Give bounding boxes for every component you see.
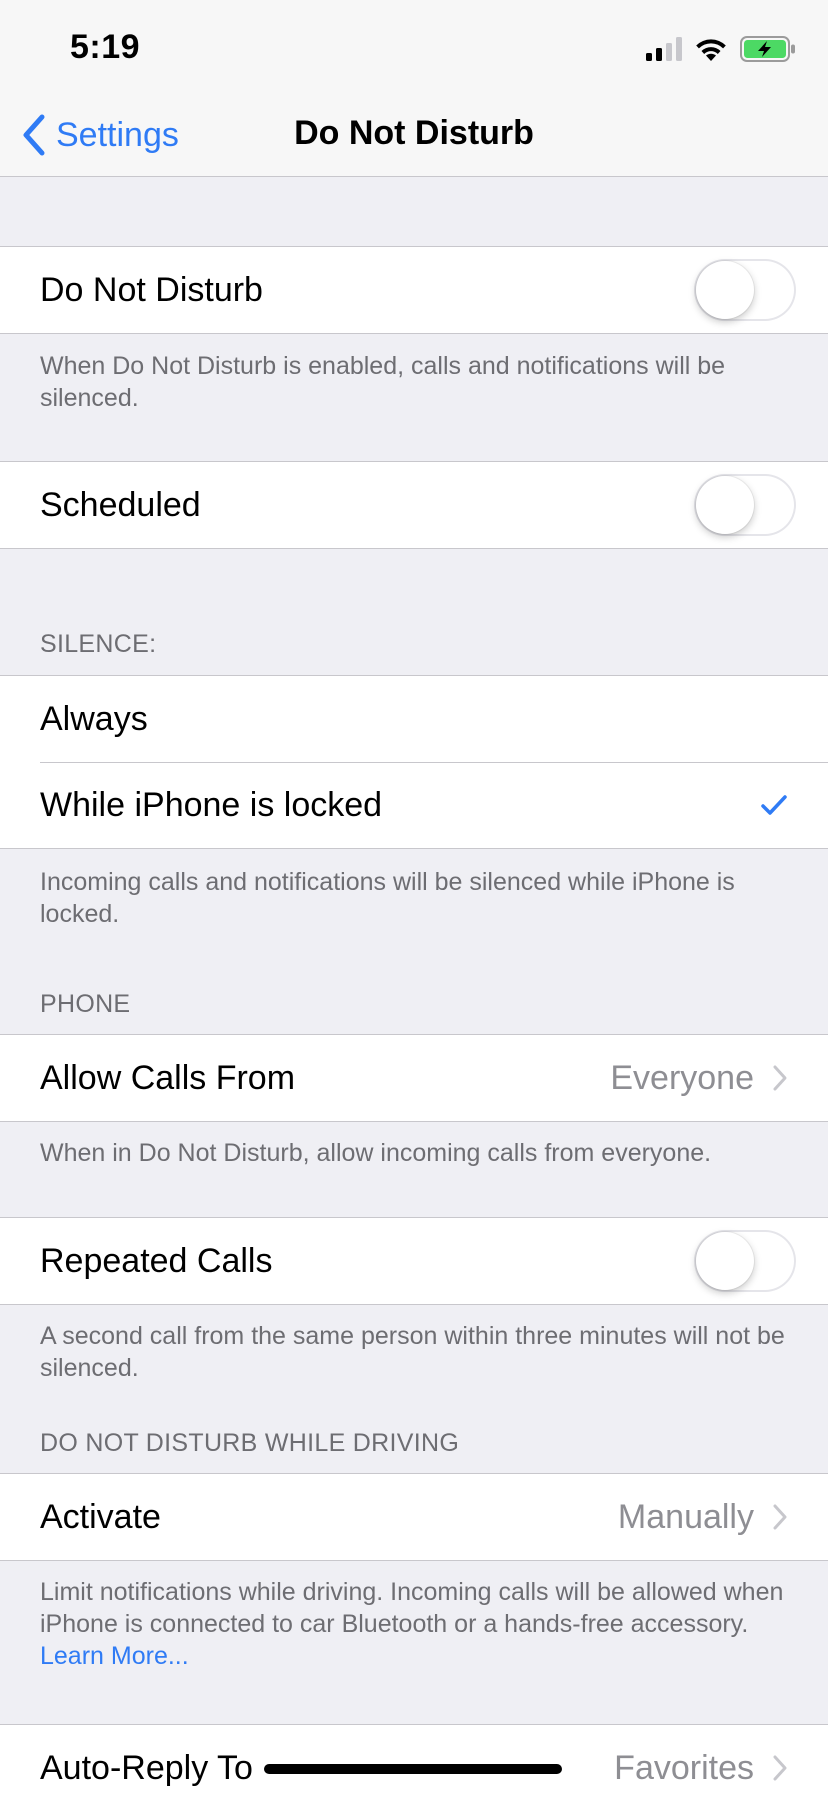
allow-calls-from-row[interactable]: Allow Calls From Everyone bbox=[0, 1035, 828, 1121]
chevron-right-icon bbox=[773, 1504, 787, 1530]
phone-header: PHONE bbox=[40, 990, 131, 1018]
repeated-calls-label: Repeated Calls bbox=[40, 1241, 273, 1280]
repeated-calls-toggle[interactable] bbox=[694, 1230, 796, 1292]
page-title: Do Not Disturb bbox=[294, 114, 534, 152]
dnd-section: Do Not Disturb bbox=[0, 246, 828, 334]
status-icons bbox=[646, 34, 796, 64]
cellular-signal-icon bbox=[646, 37, 682, 61]
silence-option-label: While iPhone is locked bbox=[40, 785, 383, 824]
scheduled-row: Scheduled bbox=[0, 462, 828, 548]
driving-footer: Limit notifications while driving. Incom… bbox=[40, 1576, 788, 1672]
repeated-calls-section: Repeated Calls bbox=[0, 1217, 828, 1305]
silence-option-always[interactable]: Always bbox=[0, 676, 828, 762]
auto-reply-value: Favorites bbox=[614, 1748, 754, 1787]
driving-header: DO NOT DISTURB WHILE DRIVING bbox=[40, 1429, 460, 1457]
battery-charging-icon bbox=[740, 36, 795, 62]
dnd-toggle[interactable] bbox=[694, 259, 796, 321]
chevron-right-icon bbox=[773, 1065, 787, 1091]
toggle-knob bbox=[696, 476, 754, 534]
activate-value: Manually bbox=[617, 1497, 754, 1536]
driving-section: Activate Manually bbox=[0, 1473, 828, 1561]
toggle-knob bbox=[696, 1232, 754, 1290]
status-bar: 5:19 bbox=[0, 0, 828, 96]
home-indicator[interactable] bbox=[264, 1764, 562, 1774]
allow-calls-from-value: Everyone bbox=[610, 1058, 754, 1097]
silence-footer: Incoming calls and notifications will be… bbox=[40, 868, 735, 928]
scheduled-label: Scheduled bbox=[40, 485, 201, 524]
learn-more-link[interactable]: Learn More... bbox=[40, 1642, 189, 1670]
repeated-calls-footer: A second call from the same person withi… bbox=[40, 1322, 785, 1382]
scheduled-toggle[interactable] bbox=[694, 474, 796, 536]
allow-calls-footer: When in Do Not Disturb, allow incoming c… bbox=[40, 1139, 712, 1167]
activate-label: Activate bbox=[40, 1497, 161, 1536]
status-time: 5:19 bbox=[70, 28, 141, 66]
silence-option-label: Always bbox=[40, 699, 148, 738]
dnd-row: Do Not Disturb bbox=[0, 247, 828, 333]
silence-header: SILENCE: bbox=[40, 630, 157, 658]
driving-footer-text: Limit notifications while driving. Incom… bbox=[40, 1578, 784, 1638]
chevron-right-icon bbox=[773, 1755, 787, 1781]
dnd-footer: When Do Not Disturb is enabled, calls an… bbox=[40, 352, 726, 412]
toggle-knob bbox=[696, 261, 754, 319]
silence-option-while-locked[interactable]: While iPhone is locked bbox=[0, 762, 828, 848]
silence-section: Always While iPhone is locked bbox=[0, 675, 828, 849]
scheduled-section: Scheduled bbox=[0, 461, 828, 549]
allow-calls-from-label: Allow Calls From bbox=[40, 1058, 296, 1097]
dnd-label: Do Not Disturb bbox=[40, 270, 263, 309]
activate-row[interactable]: Activate Manually bbox=[0, 1474, 828, 1560]
phone-section: Allow Calls From Everyone bbox=[0, 1034, 828, 1122]
wifi-icon bbox=[696, 38, 726, 61]
navigation-bar: Settings Do Not Disturb bbox=[0, 96, 828, 177]
checkmark-icon bbox=[761, 795, 787, 815]
repeated-calls-row: Repeated Calls bbox=[0, 1218, 828, 1304]
